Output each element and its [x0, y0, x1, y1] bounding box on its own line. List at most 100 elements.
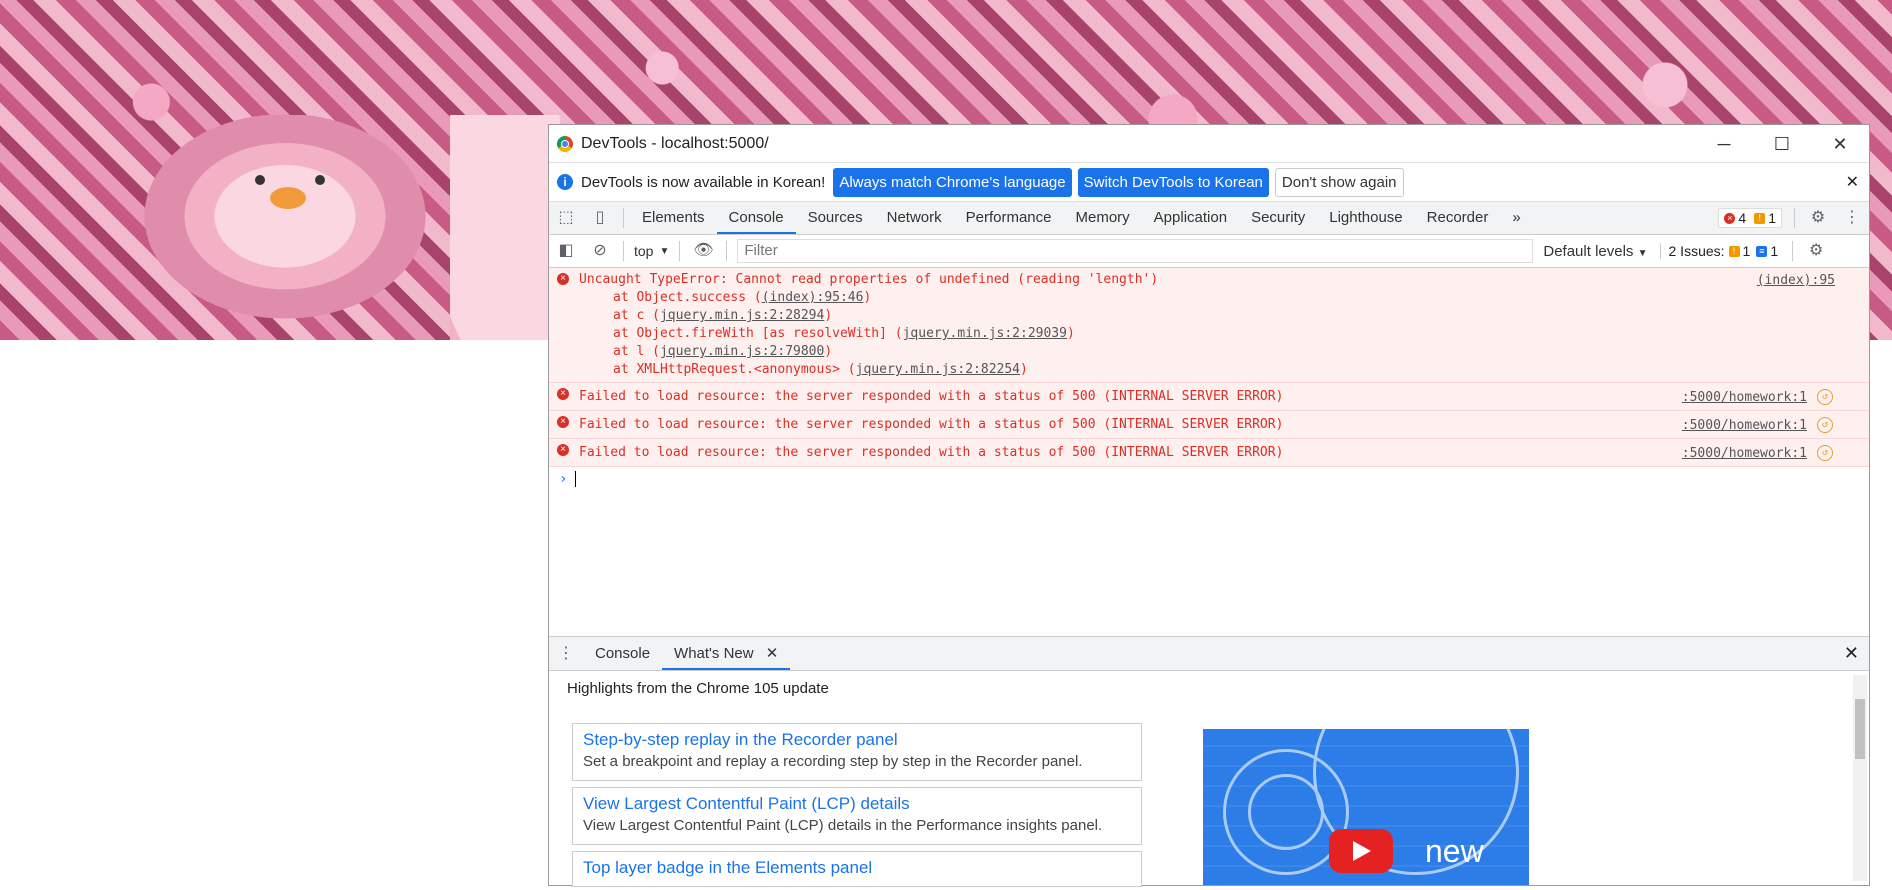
info-icon: i — [557, 174, 573, 190]
maximize-button[interactable]: ☐ — [1753, 126, 1811, 162]
stack-frame-link[interactable]: (index):95:46 — [762, 290, 864, 305]
language-infobar: i DevTools is now available in Korean! A… — [549, 163, 1869, 202]
network-request-icon[interactable]: ↺ — [1817, 445, 1833, 461]
more-options-icon[interactable]: ⋮ — [1842, 208, 1862, 228]
tab-sources[interactable]: Sources — [796, 202, 875, 234]
error-source-link[interactable]: :5000/homework:1 — [1682, 390, 1807, 405]
stack-frame: at Object.success ((index):95:46) — [613, 290, 872, 305]
scrollbar-thumb[interactable] — [1855, 699, 1865, 759]
error-text: Failed to load resource: the server resp… — [579, 417, 1284, 432]
dropdown-arrow-icon: ▼ — [659, 245, 670, 257]
tab-lighthouse[interactable]: Lighthouse — [1317, 202, 1414, 234]
feature-description: View Largest Contentful Paint (LCP) deta… — [583, 817, 1103, 834]
always-match-language-button[interactable]: Always match Chrome's language — [833, 167, 1072, 197]
levels-arrow-icon: ▼ — [1637, 247, 1648, 259]
inspect-element-icon[interactable]: ⬚ — [556, 208, 576, 228]
drawer-menu-icon[interactable]: ⋮ — [556, 644, 576, 664]
tab-memory[interactable]: Memory — [1064, 202, 1142, 234]
text-caret — [575, 471, 577, 487]
error-source-link[interactable]: :5000/homework:1 — [1682, 446, 1807, 461]
filter-input[interactable]: Filter — [737, 239, 1534, 263]
close-window-button[interactable]: ✕ — [1811, 126, 1869, 162]
error-icon: × — [557, 273, 569, 285]
feature-card[interactable]: Top layer badge in the Elements panel — [572, 851, 1142, 887]
context-label: top — [634, 243, 654, 259]
stack-frame-link[interactable]: jquery.min.js:2:29039 — [903, 326, 1067, 341]
drawer-tab-whats-new[interactable]: What's New ✕ — [662, 637, 791, 670]
error-warning-counter[interactable]: × 4 ! 1 — [1718, 208, 1782, 228]
context-selector[interactable]: top ▼ — [634, 243, 669, 259]
close-drawer-icon[interactable]: ✕ — [1844, 643, 1859, 664]
log-levels-dropdown[interactable]: Default levels ▼ — [1543, 243, 1647, 260]
network-request-icon[interactable]: ↺ — [1817, 417, 1833, 433]
stack-frame-link[interactable]: jquery.min.js:2:82254 — [856, 362, 1020, 377]
minimize-button[interactable]: ─ — [1695, 126, 1753, 162]
feature-title[interactable]: View Largest Contentful Paint (LCP) deta… — [583, 794, 1131, 814]
whats-new-label: What's New — [674, 645, 754, 662]
tab-security[interactable]: Security — [1239, 202, 1317, 234]
duck-plush-image-partial — [450, 115, 560, 340]
window-title: DevTools - localhost:5000/ — [581, 134, 769, 152]
youtube-play-icon[interactable] — [1329, 829, 1393, 873]
infobar-close-icon[interactable]: ✕ — [1846, 172, 1859, 192]
error-source-link[interactable]: (index):95 — [1757, 272, 1835, 290]
feature-title[interactable]: Step-by-step replay in the Recorder pane… — [583, 730, 1131, 750]
clear-console-icon[interactable]: ⊘ — [590, 241, 610, 261]
tab-recorder[interactable]: Recorder — [1415, 202, 1501, 234]
issues-warning-icon: ! — [1728, 245, 1740, 257]
stack-frame: at Object.fireWith [as resolveWith] (jqu… — [613, 326, 1075, 341]
log-levels-label: Default levels — [1543, 242, 1634, 260]
stack-frame-link[interactable]: jquery.min.js:2:28294 — [660, 308, 824, 323]
tab-elements[interactable]: Elements — [630, 202, 717, 234]
feature-card[interactable]: View Largest Contentful Paint (LCP) deta… — [572, 787, 1142, 845]
whats-new-video-thumbnail[interactable]: new — [1203, 729, 1529, 885]
issues-info-icon: ≡ — [1756, 245, 1768, 257]
video-caption: new — [1425, 833, 1484, 869]
device-toolbar-icon[interactable]: ▯ — [590, 208, 610, 228]
tab-performance[interactable]: Performance — [954, 202, 1064, 234]
error-icon: × — [557, 416, 569, 428]
error-count: 4 — [1738, 210, 1747, 226]
switch-devtools-korean-button[interactable]: Switch DevTools to Korean — [1077, 167, 1269, 197]
stack-frame: at c (jquery.min.js:2:28294) — [613, 308, 833, 323]
error-icon: × — [557, 444, 569, 456]
console-prompt[interactable]: › — [549, 467, 1869, 487]
close-tab-icon[interactable]: ✕ — [766, 645, 779, 662]
console-error-message: × Failed to load resource: the server re… — [549, 411, 1869, 439]
issues-label: 2 Issues: — [1668, 243, 1725, 259]
stack-frame: at XMLHttpRequest.<anonymous> (jquery.mi… — [613, 362, 1028, 377]
warning-icon: ! — [1754, 212, 1766, 224]
error-icon: × — [1724, 212, 1736, 224]
settings-gear-icon[interactable]: ⚙ — [1808, 208, 1828, 228]
more-tabs-button[interactable]: » — [1500, 202, 1532, 234]
duck-plush-image — [115, 115, 455, 340]
tab-console[interactable]: Console — [716, 202, 796, 234]
devtools-titlebar: DevTools - localhost:5000/ ─ ☐ ✕ — [549, 125, 1869, 163]
issues-button[interactable]: 2 Issues: ! 1 ≡ 1 — [1659, 243, 1787, 259]
error-text: Failed to load resource: the server resp… — [579, 389, 1284, 404]
drawer-tab-console[interactable]: Console — [583, 637, 662, 670]
infobar-message: DevTools is now available in Korean! — [581, 173, 826, 191]
dont-show-again-button[interactable]: Don't show again — [1274, 167, 1404, 197]
feature-title[interactable]: Top layer badge in the Elements panel — [583, 858, 1131, 878]
live-expression-eye-icon[interactable]: 👁 — [693, 241, 713, 261]
error-text: Uncaught TypeError: Cannot read properti… — [579, 272, 1159, 287]
console-output: × Uncaught TypeError: Cannot read proper… — [549, 268, 1869, 638]
whats-new-header: Highlights from the Chrome 105 update — [567, 680, 829, 697]
stack-frame: at l (jquery.min.js:2:79800) — [613, 344, 833, 359]
tab-application[interactable]: Application — [1142, 202, 1239, 234]
drawer-scrollbar[interactable] — [1853, 675, 1867, 881]
warning-count: 1 — [1768, 210, 1776, 226]
console-filterbar: ◧ ⊘ top ▼ 👁 Filter Default levels ▼ 2 Is… — [549, 235, 1869, 268]
panel-tabs: ⬚ ▯ Elements Console Sources Network Per… — [549, 202, 1869, 235]
tab-network[interactable]: Network — [875, 202, 954, 234]
error-source-link[interactable]: :5000/homework:1 — [1682, 418, 1807, 433]
network-request-icon[interactable]: ↺ — [1817, 389, 1833, 405]
console-error-message: × Uncaught TypeError: Cannot read proper… — [549, 268, 1869, 383]
console-settings-gear-icon[interactable]: ⚙ — [1806, 241, 1826, 261]
stack-frame-link[interactable]: jquery.min.js:2:79800 — [660, 344, 824, 359]
console-error-message: × Failed to load resource: the server re… — [549, 439, 1869, 467]
feature-card[interactable]: Step-by-step replay in the Recorder pane… — [572, 723, 1142, 781]
sidebar-toggle-icon[interactable]: ◧ — [556, 241, 576, 261]
drawer-tabbar: ⋮ Console What's New ✕ ✕ — [549, 636, 1869, 671]
